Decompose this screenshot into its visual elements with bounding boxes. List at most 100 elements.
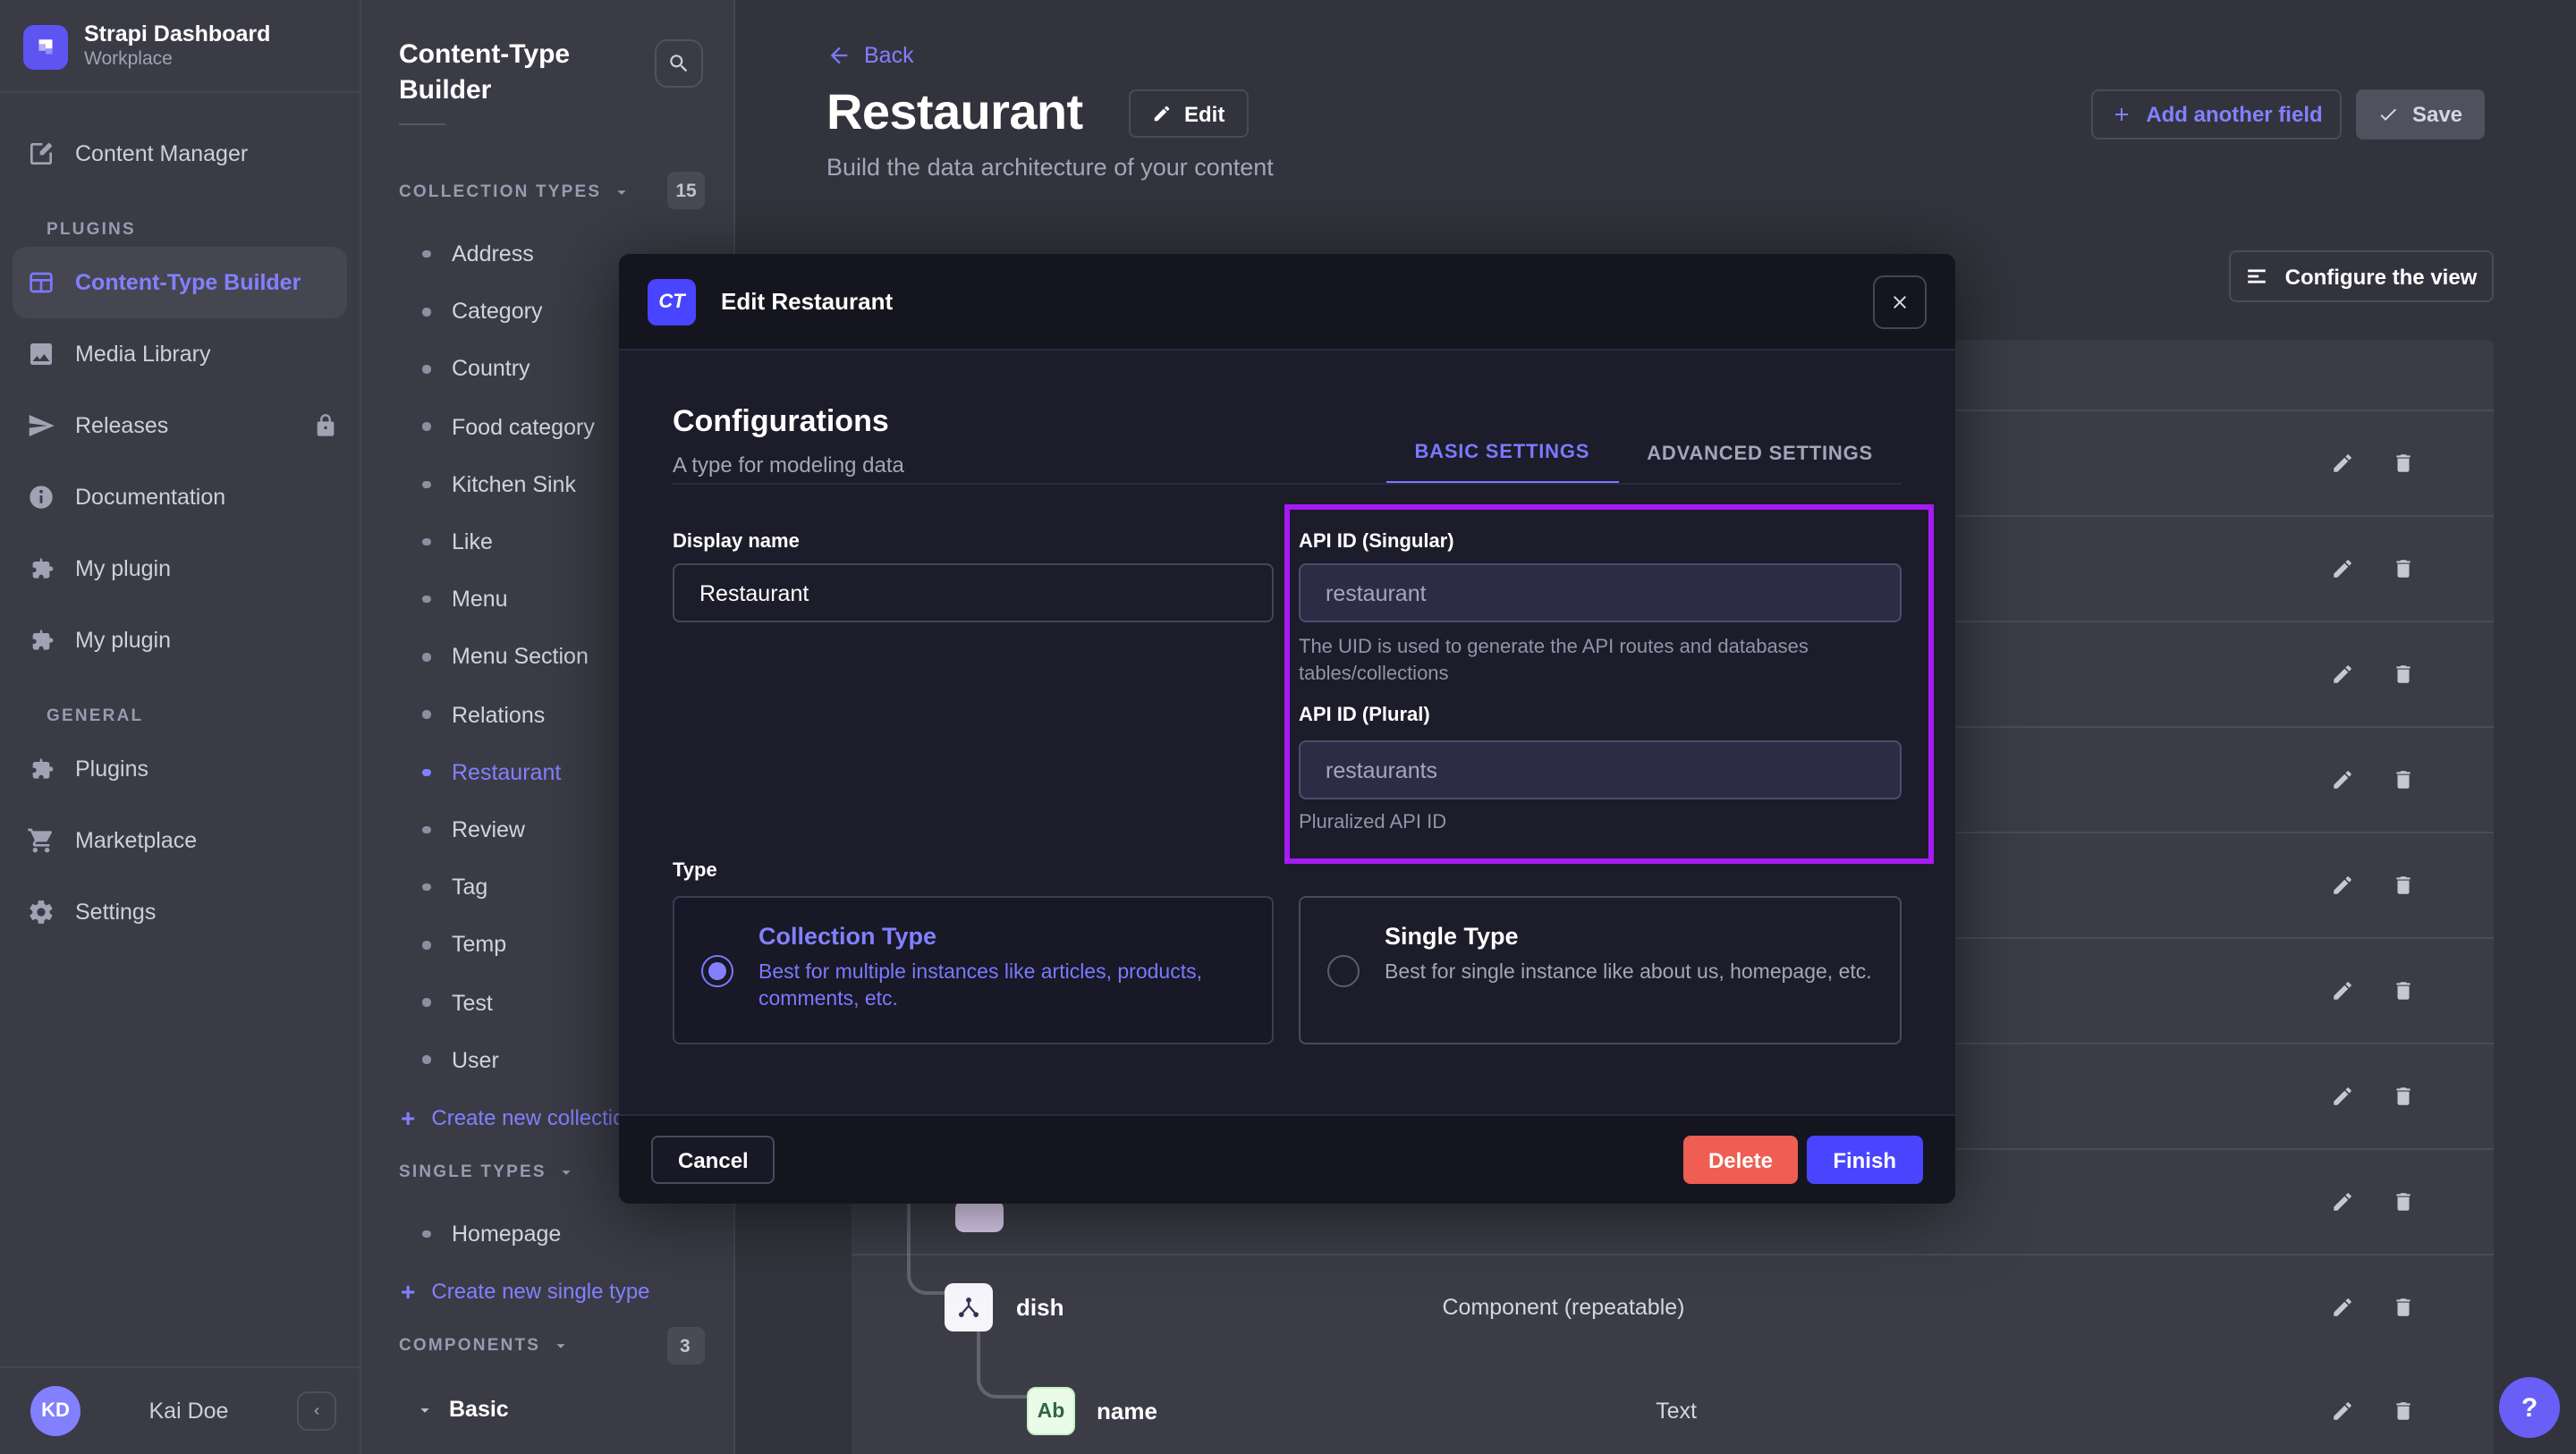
sidebar-item-documentation[interactable]: Documentation [0, 461, 360, 533]
delete-row-button[interactable] [2392, 1190, 2415, 1213]
sidebar-item-label: Content Manager [75, 141, 248, 166]
delete-row-button[interactable] [2392, 1399, 2415, 1423]
image-icon [27, 340, 55, 368]
gear-icon [27, 898, 55, 926]
component-icon [945, 1283, 993, 1331]
delete-row-button[interactable] [2392, 979, 2415, 1002]
sidebar-item-my-plugin-1[interactable]: My plugin [0, 533, 360, 604]
add-another-field-button[interactable]: Add another field [2091, 89, 2342, 139]
chevron-down-icon [551, 1337, 571, 1357]
components-header[interactable]: COMPONENTS 3 [361, 1328, 735, 1365]
api-id-singular-label: API ID (Singular) [1299, 531, 1454, 553]
close-modal-button[interactable] [1873, 275, 1927, 329]
field-name: name [1097, 1398, 1157, 1424]
component-group-basic[interactable]: Basic [361, 1382, 735, 1439]
api-id-plural-input[interactable] [1299, 740, 1902, 799]
delete-row-button[interactable] [2392, 874, 2415, 897]
tab-basic-settings[interactable]: BASIC SETTINGS [1385, 424, 1618, 485]
brand-text: Strapi Dashboard Workplace [84, 21, 270, 72]
edit-row-button[interactable] [2331, 557, 2354, 580]
sidebar-item-my-plugin-2[interactable]: My plugin [0, 604, 360, 676]
edit-button[interactable]: Edit [1129, 89, 1248, 138]
api-id-plural-label: API ID (Plural) [1299, 705, 1430, 726]
edit-row-button[interactable] [2331, 979, 2354, 1002]
bullet-icon [422, 768, 430, 776]
user-footer: KD Kai Doe [0, 1366, 361, 1454]
radio-selected-icon[interactable] [701, 954, 733, 986]
api-id-singular-input[interactable] [1299, 563, 1902, 622]
sidebar-item-releases[interactable]: Releases [0, 390, 360, 461]
radio-unselected-icon[interactable] [1327, 954, 1360, 986]
modal-title: Edit Restaurant [721, 288, 893, 315]
delete-row-button[interactable] [2392, 557, 2415, 580]
delete-row-button[interactable] [2392, 1085, 2415, 1108]
cart-icon [27, 826, 55, 855]
search-button[interactable] [655, 39, 703, 88]
sidebar-item-content-type-builder[interactable]: Content-Type Builder [13, 247, 347, 318]
app-window: Strapi Dashboard Workplace Content Manag… [0, 0, 2576, 1454]
edit-row-button[interactable] [2331, 1085, 2354, 1108]
strapi-logo-icon [23, 24, 68, 69]
delete-row-button[interactable] [2392, 663, 2415, 686]
sidebar-item-label: My plugin [75, 628, 171, 653]
sidebar-item-label: Settings [75, 900, 156, 925]
sidebar-item-content-manager[interactable]: Content Manager [0, 118, 360, 190]
bullet-icon [422, 825, 430, 833]
single-type-option[interactable]: Single Type Best for single instance lik… [1299, 896, 1902, 1044]
chevron-down-icon [557, 1162, 577, 1182]
edit-row-button[interactable] [2331, 1296, 2354, 1319]
bullet-icon [422, 999, 430, 1007]
save-button[interactable]: Save [2356, 89, 2485, 139]
delete-row-button[interactable] [2392, 768, 2415, 791]
search-icon [667, 52, 691, 75]
edit-row-button[interactable] [2331, 874, 2354, 897]
avatar[interactable]: KD [30, 1386, 80, 1436]
collapse-sidebar-button[interactable] [297, 1391, 336, 1431]
delete-button[interactable]: Delete [1683, 1136, 1798, 1184]
brand-subtitle: Workplace [84, 48, 270, 72]
sidebar-item-plugins[interactable]: Plugins [0, 733, 360, 805]
puzzle-icon [27, 626, 55, 655]
bullet-icon [422, 1056, 430, 1064]
field-type: Text [1656, 1399, 1697, 1424]
cancel-button[interactable]: Cancel [651, 1136, 775, 1184]
tab-advanced-settings[interactable]: ADVANCED SETTINGS [1618, 424, 1902, 485]
type-label: Type [673, 860, 717, 882]
builder-title: Content-Type Builder [399, 38, 631, 109]
finish-button[interactable]: Finish [1806, 1136, 1923, 1184]
collection-types-label: COLLECTION TYPES [399, 182, 601, 202]
sidebar-nav: Content Manager PLUGINS Content-Type Bui… [0, 118, 360, 948]
back-link[interactable]: Back [826, 43, 914, 68]
edit-row-button[interactable] [2331, 663, 2354, 686]
table-row-dish: dish Component (repeatable) [852, 1254, 2494, 1359]
field-name: dish [1016, 1294, 1063, 1321]
plugins-section-header: PLUGINS [0, 211, 360, 247]
create-single-type-link[interactable]: + Create new single type [361, 1263, 735, 1320]
configure-view-button[interactable]: Configure the view [2229, 250, 2494, 302]
table-row-name: Ab name Text [852, 1359, 2494, 1454]
title-divider [399, 123, 445, 125]
delete-row-button[interactable] [2392, 452, 2415, 475]
sidebar-item-marketplace[interactable]: Marketplace [0, 805, 360, 876]
collection-type-option[interactable]: Collection Type Best for multiple instan… [673, 896, 1274, 1044]
general-section-header: GENERAL [0, 697, 360, 733]
edit-row-button[interactable] [2331, 452, 2354, 475]
edit-row-button[interactable] [2331, 1399, 2354, 1423]
edit-row-button[interactable] [2331, 768, 2354, 791]
sidebar-item-media-library[interactable]: Media Library [0, 318, 360, 390]
modal-footer: Cancel Delete Finish [619, 1114, 1955, 1204]
help-button[interactable]: ? [2499, 1377, 2560, 1438]
single-item-homepage[interactable]: Homepage [361, 1205, 735, 1263]
lock-icon [313, 413, 338, 438]
puzzle-icon [27, 755, 55, 783]
delete-row-button[interactable] [2392, 1296, 2415, 1319]
components-label: COMPONENTS [399, 1337, 540, 1357]
user-name: Kai Doe [80, 1399, 297, 1424]
chevron-down-icon [415, 1400, 435, 1420]
api-id-plural-hint: Pluralized API ID [1299, 810, 1871, 837]
filter-lines-icon [2246, 265, 2269, 288]
sidebar-item-settings[interactable]: Settings [0, 876, 360, 948]
display-name-input[interactable] [673, 563, 1274, 622]
single-type-title: Single Type [1385, 923, 1878, 950]
edit-row-button[interactable] [2331, 1190, 2354, 1213]
